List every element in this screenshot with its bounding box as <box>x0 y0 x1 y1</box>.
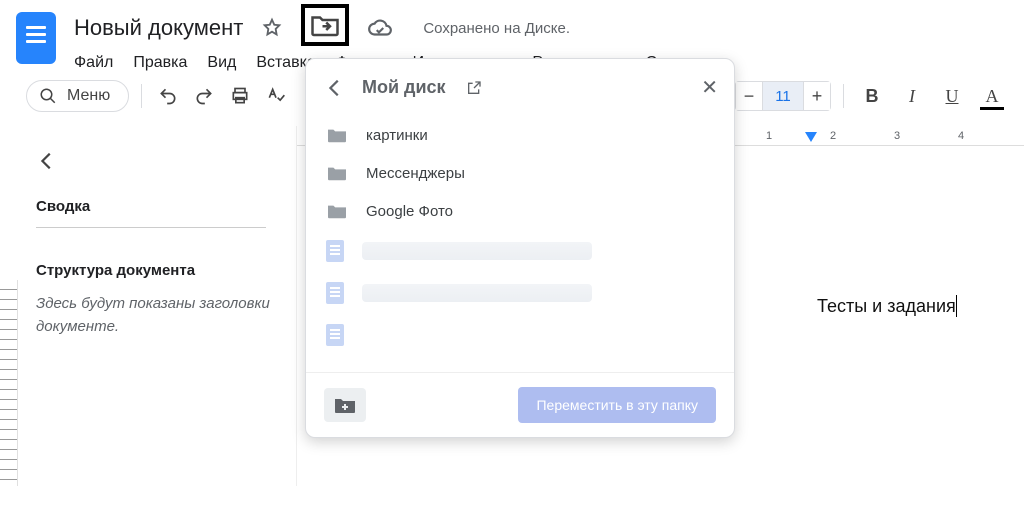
saved-status: Сохранено на Диске. <box>423 20 570 37</box>
folder-name: Мессенджеры <box>366 165 465 182</box>
text-caret <box>956 295 957 317</box>
move-icon[interactable] <box>301 4 349 46</box>
move-here-button[interactable]: Переместить в эту папку <box>518 387 716 423</box>
fontsize-increase[interactable]: + <box>803 81 831 111</box>
doc-item[interactable] <box>312 272 728 314</box>
new-folder-button[interactable] <box>324 388 366 422</box>
doc-icon <box>326 282 344 304</box>
document-title[interactable]: Новый документ <box>74 15 243 41</box>
outline-back-button[interactable] <box>36 150 296 172</box>
doc-icon <box>326 240 344 262</box>
ruler-tick: 4 <box>929 130 993 142</box>
ruler-tick: 3 <box>865 130 929 142</box>
folder-name: Google Фото <box>366 203 453 220</box>
outline-hint: Здесь будут показаны заголовки документе… <box>36 293 296 338</box>
open-in-new-icon[interactable] <box>466 80 482 96</box>
toolbar-separator <box>141 84 142 108</box>
star-icon[interactable] <box>261 17 283 39</box>
ruler-tick: 1 <box>737 130 801 142</box>
folder-item[interactable]: Мессенджеры <box>312 154 728 192</box>
doc-name-redacted <box>362 242 592 260</box>
toolbar-separator <box>843 84 844 108</box>
menu-search[interactable]: Меню <box>26 80 129 112</box>
menu-edit[interactable]: Правка <box>133 54 187 72</box>
outline-summary-heading: Сводка <box>36 198 296 215</box>
indent-marker-icon[interactable] <box>805 132 817 142</box>
dialog-close-button[interactable]: ✕ <box>701 75 718 100</box>
fontsize-input[interactable]: 11 <box>763 81 803 111</box>
menu-search-label: Меню <box>67 87 110 105</box>
cloud-saved-icon <box>367 17 393 39</box>
fontsize-decrease[interactable]: − <box>735 81 763 111</box>
document-body-text: Тесты и задания <box>817 296 956 317</box>
underline-button[interactable]: U <box>936 80 968 112</box>
outline-divider <box>36 227 266 228</box>
docs-logo[interactable] <box>16 12 56 64</box>
doc-icon <box>326 324 344 346</box>
undo-button[interactable] <box>154 86 182 106</box>
outline-structure-heading: Структура документа <box>36 262 296 279</box>
dialog-back-button[interactable] <box>324 77 346 99</box>
italic-button[interactable]: I <box>896 80 928 112</box>
menu-file[interactable]: Файл <box>74 54 113 72</box>
folder-item[interactable]: картинки <box>312 116 728 154</box>
outline-panel: Сводка Структура документа Здесь будут п… <box>0 126 297 486</box>
folder-icon <box>326 126 348 144</box>
bold-button[interactable]: B <box>856 80 888 112</box>
folder-icon <box>326 164 348 182</box>
dialog-body[interactable]: картинки Мессенджеры Google Фото <box>306 116 734 372</box>
folder-icon <box>326 202 348 220</box>
folder-name: картинки <box>366 127 428 144</box>
doc-item[interactable] <box>312 230 728 272</box>
doc-name-redacted <box>362 284 592 302</box>
folder-item[interactable]: Google Фото <box>312 192 728 230</box>
menu-view[interactable]: Вид <box>207 54 236 72</box>
search-icon <box>39 87 57 105</box>
print-button[interactable] <box>226 86 254 106</box>
text-color-button[interactable]: A <box>976 80 1008 112</box>
move-dialog: Мой диск ✕ картинки Мессенджеры Google Ф… <box>305 58 735 438</box>
dialog-title: Мой диск <box>362 77 446 98</box>
spellcheck-button[interactable] <box>262 86 290 106</box>
redo-button[interactable] <box>190 86 218 106</box>
ruler-tick: 2 <box>801 130 865 142</box>
doc-item[interactable] <box>312 314 728 348</box>
